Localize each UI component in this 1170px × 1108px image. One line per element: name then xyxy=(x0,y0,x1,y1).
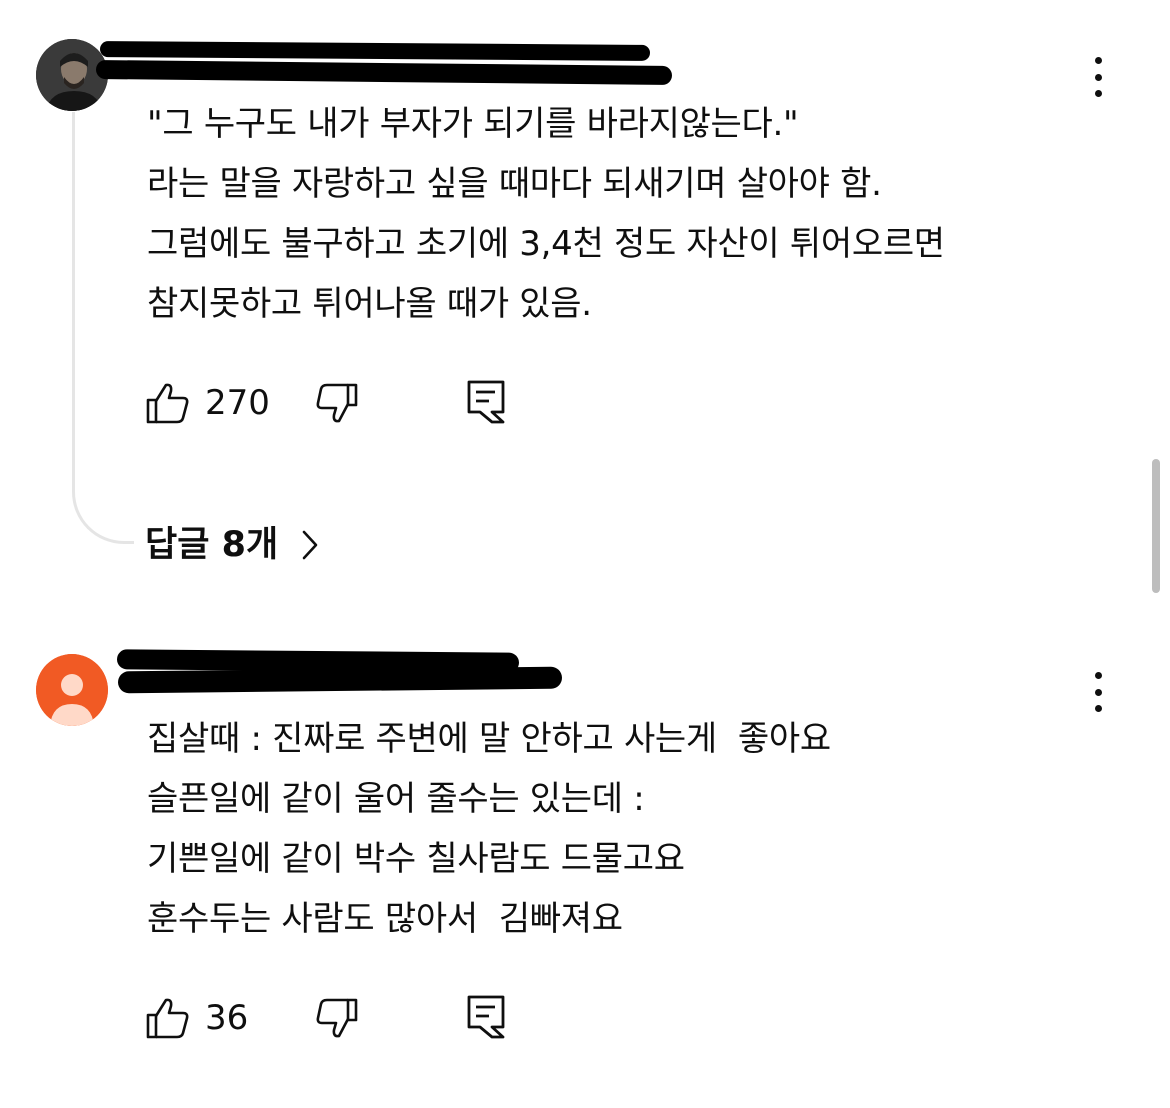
chevron-right-icon xyxy=(302,530,318,560)
thumbs-down-icon xyxy=(316,383,358,423)
default-user-icon xyxy=(36,654,108,726)
like-button[interactable] xyxy=(145,381,191,429)
thumbs-up-icon xyxy=(146,383,189,424)
replies-toggle[interactable]: 답글 8개 xyxy=(145,520,320,570)
comment-body: "그 누구도 내가 부자가 되기를 바라지않는다." 라는 말을 자랑하고 싶을… xyxy=(147,104,945,324)
dislike-button[interactable] xyxy=(315,381,359,429)
thread-connector xyxy=(72,112,134,544)
comment-icon xyxy=(467,380,505,424)
like-button[interactable] xyxy=(145,996,191,1044)
more-options-button[interactable] xyxy=(1086,672,1110,712)
more-options-button[interactable] xyxy=(1086,57,1110,97)
dislike-button[interactable] xyxy=(315,996,359,1044)
like-count: 270 xyxy=(205,383,270,423)
scrollbar[interactable] xyxy=(1152,459,1160,593)
thumbs-up-icon xyxy=(146,998,189,1039)
thumbs-down-icon xyxy=(316,998,358,1038)
reply-button[interactable] xyxy=(466,379,506,429)
reply-button[interactable] xyxy=(466,994,506,1044)
comment-body: 집살때 : 진짜로 주변에 말 안하고 사는게 좋아요 슬픈일에 같이 울어 줄… xyxy=(147,719,831,939)
avatar[interactable] xyxy=(36,654,108,726)
comment-icon xyxy=(467,995,505,1039)
like-count: 36 xyxy=(205,998,249,1038)
replies-label: 답글 8개 xyxy=(145,525,279,565)
